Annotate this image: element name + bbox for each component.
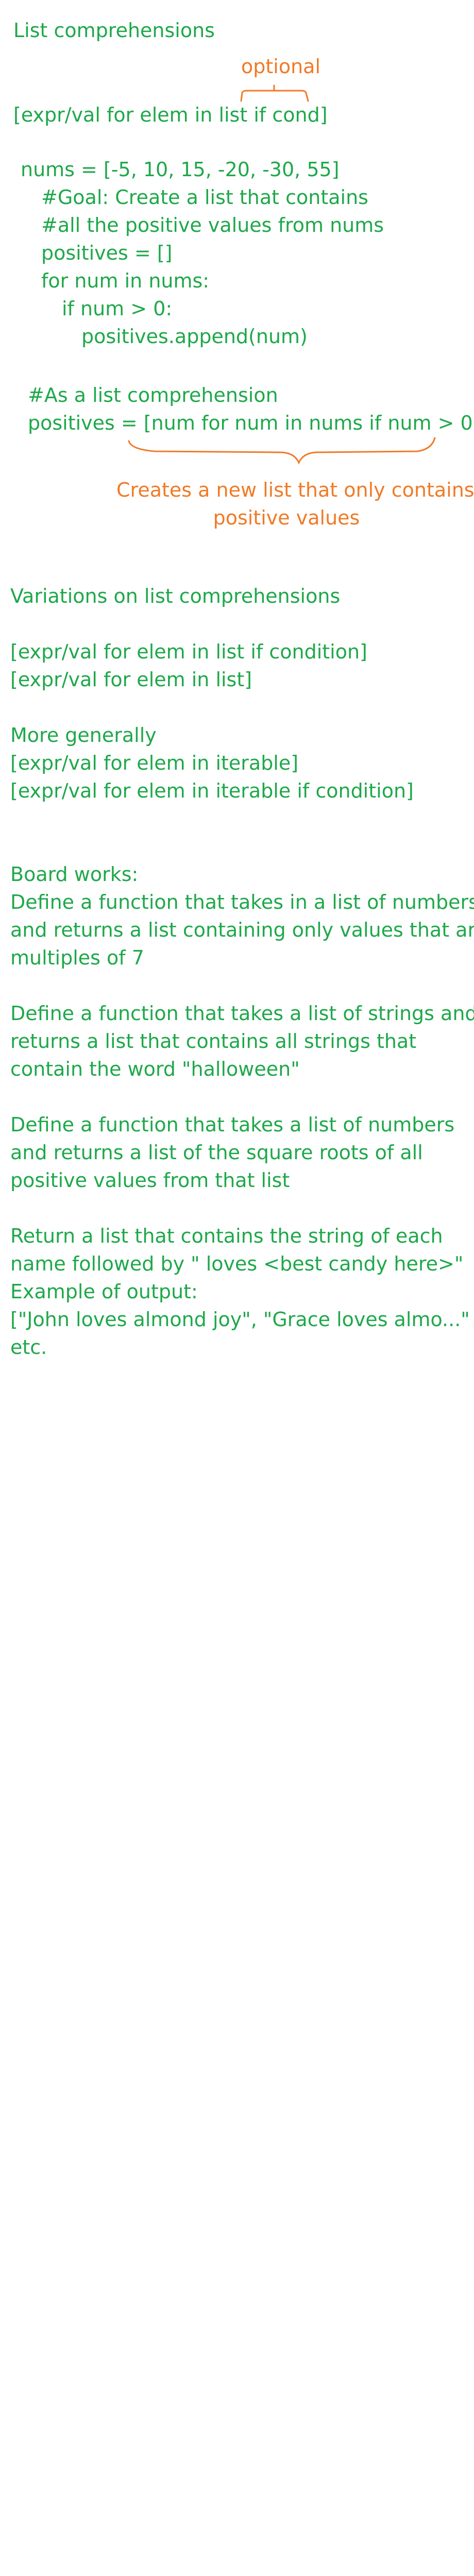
task-line: positive values from that list — [10, 1169, 290, 1192]
variation-line: [expr/val for elem in list] — [10, 668, 252, 691]
task-line: Return a list that contains the string o… — [10, 1225, 443, 1247]
task-line: Example of output: — [10, 1280, 198, 1303]
task-line: etc. — [10, 1336, 47, 1359]
task-line: and returns a list containing only value… — [10, 919, 474, 941]
task-line: Define a function that takes in a list o… — [10, 891, 474, 913]
general-line: [expr/val for elem in iterable if condit… — [10, 779, 414, 802]
annotation-line: Creates a new list that only contains — [116, 479, 474, 501]
annotation-line: positive values — [213, 506, 360, 529]
task-line: ["John loves almond joy", "Grace loves a… — [10, 1308, 470, 1331]
task-line: and returns a list of the square roots o… — [10, 1141, 423, 1164]
variations-title: Variations on list comprehensions — [10, 585, 341, 607]
general-line: [expr/val for elem in iterable] — [10, 752, 299, 774]
variation-line: [expr/val for elem in list if condition] — [10, 640, 367, 663]
task-line: Define a function that takes a list of n… — [10, 1113, 455, 1136]
task-line: Define a function that takes a list of s… — [10, 1002, 474, 1025]
board-works-title: Board works: — [10, 863, 139, 886]
task-line: contain the word "halloween" — [10, 1058, 300, 1080]
task-line: multiples of 7 — [10, 946, 144, 969]
general-title: More generally — [10, 724, 157, 747]
task-line: name followed by " loves <best candy her… — [10, 1252, 464, 1275]
task-line: returns a list that contains all strings… — [10, 1030, 417, 1053]
